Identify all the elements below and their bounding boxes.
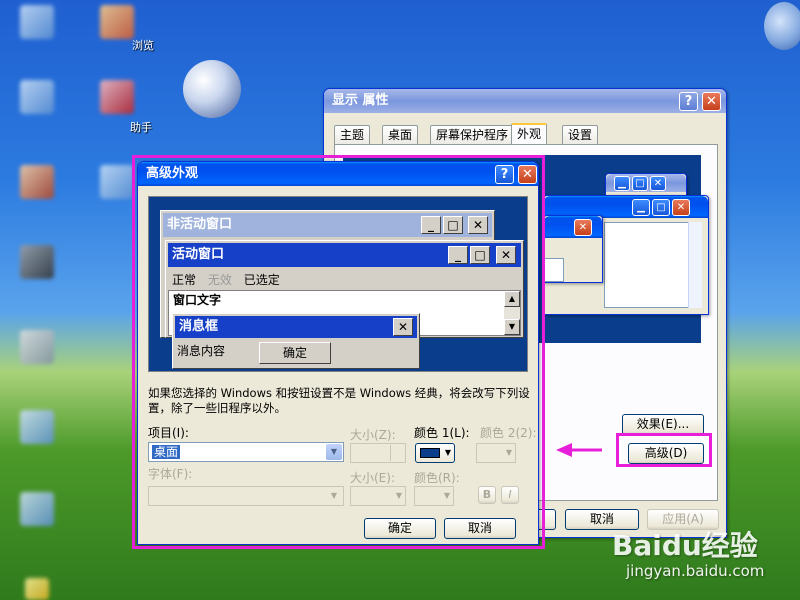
tab-settings[interactable]: 设置: [562, 125, 599, 144]
scrollbar: ▲ ▼: [504, 291, 520, 335]
menu-disabled: 无效: [207, 273, 232, 287]
item-label: 项目(I):: [148, 426, 189, 440]
preview-msgbox-title: 消息框: [175, 316, 417, 338]
color1-swatch: [420, 448, 440, 458]
preview-msgbox: ✕: [542, 215, 603, 283]
preview-message-box: 消息框 ✕ 消息内容 确定: [172, 313, 420, 369]
close-icon: ✕: [468, 216, 488, 234]
chevron-down-icon: ▼: [395, 491, 402, 500]
desktop-icon-label-assistant: 助手: [130, 121, 152, 134]
help-button[interactable]: ?: [495, 165, 514, 184]
close-icon: ✕: [496, 246, 516, 264]
scroll-down-icon: ▼: [504, 319, 520, 335]
close-button[interactable]: ✕: [518, 165, 537, 184]
preview-close-icon: ✕: [650, 176, 666, 191]
item-select[interactable]: 桌面 ▼: [148, 442, 344, 462]
color1-picker[interactable]: ▼: [415, 443, 455, 463]
minimize-icon: _: [448, 246, 468, 264]
chevron-down-icon: ▼: [326, 488, 342, 504]
color2-picker: ▼: [476, 443, 516, 463]
menu-normal: 正常: [172, 273, 197, 287]
tab-appearance[interactable]: 外观: [511, 123, 548, 144]
preview-min-icon-2: ▁: [632, 199, 650, 216]
size-spinner: [350, 443, 406, 463]
classic-preview: 非活动窗口 _ □ ✕ 活动窗口 _ □ ✕ 正常 无效 已选定 窗口文字 ▲ …: [148, 196, 528, 372]
tab-desktop[interactable]: 桌面: [382, 125, 419, 144]
desktop-icon-4[interactable]: [100, 80, 134, 114]
baidu-logo-watermark: Baidu经验: [612, 529, 758, 562]
maximize-icon: □: [443, 216, 463, 234]
display-properties-titlebar[interactable]: 显示 属性: [324, 89, 726, 113]
close-icon: ✕: [393, 318, 413, 336]
chevron-down-icon: ▼: [443, 491, 450, 500]
font-label: 字体(F):: [148, 467, 193, 481]
preview-min-icon: ▁: [614, 176, 630, 191]
compat-note: 如果您选择的 Windows 和按钮设置不是 Windows 经典，将会改写下列…: [148, 386, 530, 415]
planet-decoration-2: [764, 2, 800, 50]
advanced-button[interactable]: 高级(D): [628, 443, 704, 464]
spinner-icon: [390, 445, 404, 461]
italic-button: I: [501, 486, 519, 504]
effects-button[interactable]: 效果(E)...: [622, 414, 704, 435]
desktop-icon-8[interactable]: [20, 330, 54, 364]
desktop-icon-1[interactable]: [20, 5, 54, 39]
preview-msgbox-ok-button: 确定: [259, 342, 331, 364]
help-button[interactable]: ?: [679, 92, 698, 111]
preview-close-icon-2: ✕: [672, 199, 690, 216]
tab-themes[interactable]: 主题: [334, 125, 371, 144]
font-size-select: ▼: [350, 486, 406, 506]
desktop-icon-11[interactable]: [25, 578, 49, 600]
desktop-icon-10[interactable]: [20, 492, 54, 526]
planet-decoration: [183, 60, 241, 118]
desktop-icon-label-browse: 浏览: [132, 39, 154, 52]
font-select: ▼: [148, 486, 344, 506]
maximize-icon: □: [470, 246, 490, 264]
preview-window-text: 窗口文字: [173, 293, 222, 307]
size-label: 大小(Z):: [350, 428, 396, 442]
preview-active-title: 活动窗口: [168, 243, 521, 267]
chevron-down-icon: ▼: [505, 448, 512, 457]
advanced-title: 高级外观: [146, 166, 199, 181]
font-size-label: 大小(E):: [350, 471, 395, 485]
desktop-icon-2[interactable]: [100, 5, 134, 39]
menu-selected: 已选定: [243, 273, 280, 287]
baidu-url-watermark: jingyan.baidu.com: [626, 562, 765, 580]
scroll-up-icon: ▲: [504, 291, 520, 307]
close-button[interactable]: ✕: [702, 92, 721, 111]
color1-label: 颜色 1(L):: [414, 426, 470, 440]
ok-button[interactable]: 确定: [364, 518, 436, 539]
preview-msgbox-text: 消息内容: [177, 344, 226, 358]
font-color-picker: ▼: [414, 486, 454, 506]
preview-max-icon: □: [632, 176, 648, 191]
desktop-icon-7[interactable]: [20, 245, 54, 279]
bold-button: B: [478, 486, 496, 504]
preview-menubar: 正常 无效 已选定: [172, 271, 280, 288]
tab-screensaver[interactable]: 屏幕保护程序: [430, 125, 515, 144]
desktop-icon-5[interactable]: [20, 165, 54, 199]
preview-max-icon-2: □: [652, 199, 670, 216]
font-color-label: 颜色(R):: [414, 471, 460, 485]
chevron-down-icon: ▼: [444, 448, 451, 457]
display-tabs: 主题 桌面 屏幕保护程序 外观 设置: [334, 123, 714, 145]
color2-label: 颜色 2(2):: [480, 426, 537, 440]
desktop-icon-9[interactable]: [20, 410, 54, 444]
minimize-icon: _: [421, 216, 441, 234]
cancel-button[interactable]: 取消: [444, 518, 516, 539]
item-select-value: 桌面: [152, 445, 181, 459]
desktop-icon-6[interactable]: [100, 165, 134, 199]
display-properties-title: 显示 属性: [332, 93, 389, 108]
desktop-icon-3[interactable]: [20, 80, 54, 114]
advanced-appearance-dialog: 高级外观 ? ✕ 非活动窗口 _ □ ✕ 活动窗口 _ □ ✕ 正常 无效 已选…: [137, 161, 539, 545]
pointer-arrow-icon: [556, 443, 602, 457]
chevron-down-icon[interactable]: ▼: [326, 444, 342, 460]
advanced-titlebar[interactable]: 高级外观: [138, 162, 538, 186]
